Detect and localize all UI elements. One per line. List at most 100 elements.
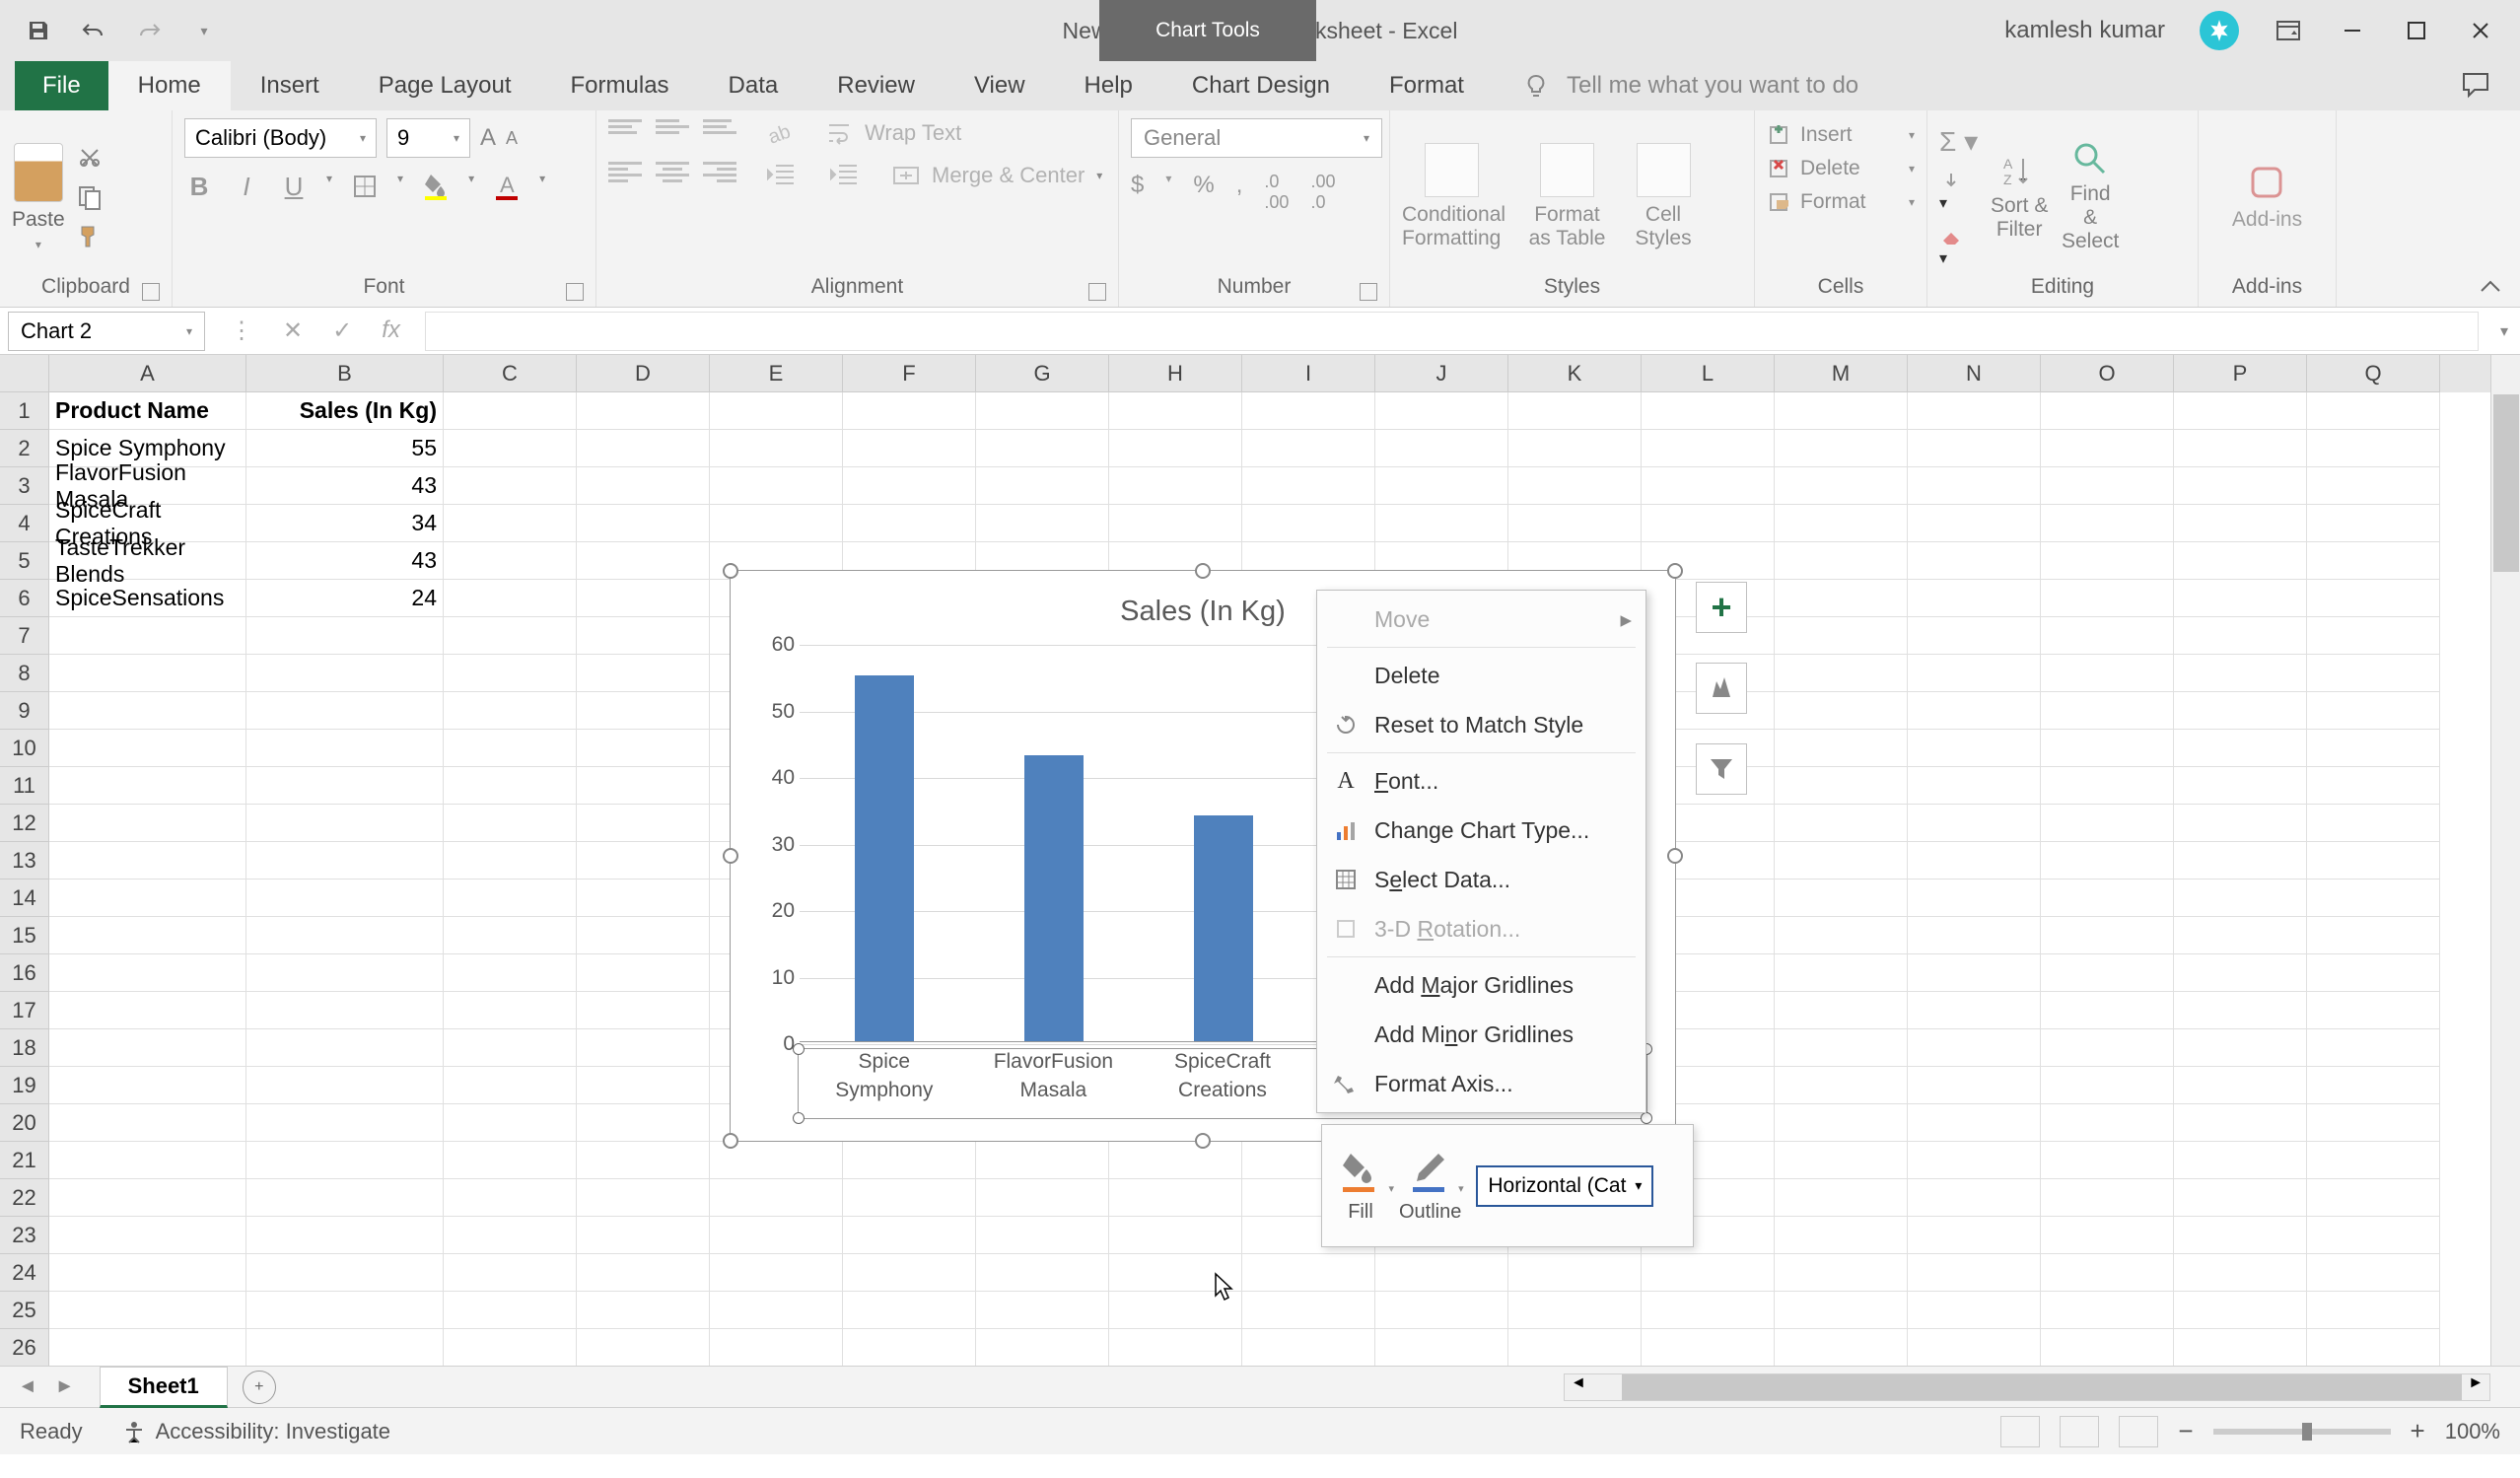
chart-bar-1[interactable] (1024, 755, 1084, 1041)
tab-data[interactable]: Data (699, 61, 808, 110)
chart-handle-tl[interactable] (723, 563, 738, 579)
percent-icon[interactable]: % (1193, 172, 1214, 213)
decrease-font-icon[interactable]: A (506, 128, 518, 149)
currency-icon[interactable]: $ (1131, 172, 1144, 213)
tab-format[interactable]: Format (1360, 61, 1494, 110)
zoom-level[interactable]: 100% (2445, 1419, 2500, 1444)
column-header-D[interactable]: D (577, 355, 710, 392)
column-header-I[interactable]: I (1242, 355, 1375, 392)
copy-icon[interactable] (77, 184, 103, 210)
axis-sel-handle[interactable] (1641, 1112, 1652, 1124)
sheet-nav-next-icon[interactable]: ► (55, 1375, 75, 1398)
zoom-in-button[interactable]: + (2411, 1416, 2425, 1446)
delete-cells-button[interactable]: Delete▾ (1767, 152, 1915, 185)
save-icon[interactable] (25, 17, 52, 44)
row-header-11[interactable]: 11 (0, 767, 49, 805)
horizontal-scroll-thumb[interactable] (1622, 1374, 2462, 1400)
row-header-2[interactable]: 2 (0, 430, 49, 467)
row-header-21[interactable]: 21 (0, 1142, 49, 1179)
mini-fill-button[interactable]: ▾ Fill (1337, 1148, 1384, 1224)
chart-handle-mr[interactable] (1667, 848, 1683, 864)
merge-icon[interactable] (892, 162, 920, 189)
row-header-1[interactable]: 1 (0, 392, 49, 430)
wrap-text-icon[interactable] (825, 119, 853, 147)
cell-B2[interactable]: 55 (246, 430, 444, 467)
user-avatar[interactable] (2200, 11, 2239, 50)
chart-handle-bl[interactable] (723, 1133, 738, 1149)
insert-function-icon[interactable]: fx (382, 317, 400, 345)
chart-handle-ml[interactable] (723, 848, 738, 864)
hscroll-right-icon[interactable]: ► (2462, 1374, 2489, 1400)
column-header-C[interactable]: C (444, 355, 577, 392)
comments-icon[interactable] (2461, 71, 2490, 101)
row-header-16[interactable]: 16 (0, 954, 49, 992)
font-color-button[interactable]: A (492, 172, 522, 201)
mini-outline-button[interactable]: ▾ Outline (1399, 1148, 1461, 1224)
column-header-J[interactable]: J (1375, 355, 1508, 392)
align-middle-icon[interactable] (656, 119, 689, 147)
menu-format-axis[interactable]: Format Axis... (1317, 1059, 1645, 1108)
column-header-H[interactable]: H (1109, 355, 1242, 392)
chart-y-axis[interactable]: 0102030405060 (750, 645, 795, 1042)
borders-button[interactable] (350, 172, 380, 201)
increase-font-icon[interactable]: A (480, 124, 496, 152)
maximize-icon[interactable] (2402, 16, 2431, 45)
fill-icon[interactable]: ▾ (1939, 170, 1978, 213)
row-header-20[interactable]: 20 (0, 1104, 49, 1142)
orientation-icon[interactable]: ab (766, 118, 796, 148)
align-center-icon[interactable] (656, 162, 689, 189)
tell-me-search[interactable]: Tell me what you want to do (1523, 72, 1858, 100)
format-painter-icon[interactable] (77, 224, 103, 249)
column-header-M[interactable]: M (1775, 355, 1908, 392)
clipboard-dialog-launcher[interactable] (142, 283, 160, 301)
cell-A5[interactable]: TasteTrekker Blends (49, 542, 246, 580)
axis-sel-handle[interactable] (793, 1112, 805, 1124)
column-header-A[interactable]: A (49, 355, 246, 392)
cell-styles-button[interactable]: Cell Styles (1634, 143, 1693, 250)
underline-button[interactable]: U (279, 172, 309, 201)
chart-styles-button[interactable] (1696, 663, 1747, 714)
sheet-nav-prev-icon[interactable]: ◄ (18, 1375, 37, 1398)
format-as-table-button[interactable]: Format as Table (1525, 143, 1609, 250)
menu-add-major-gridlines[interactable]: Add Major Gridlines (1317, 960, 1645, 1010)
increase-decimal-icon[interactable]: .0.00 (1264, 172, 1289, 213)
qat-dropdown-icon[interactable]: ▾ (190, 17, 218, 44)
wrap-text-label[interactable]: Wrap Text (865, 120, 961, 146)
paste-button[interactable]: Paste ▾ (12, 143, 65, 251)
column-header-O[interactable]: O (2041, 355, 2174, 392)
column-header-L[interactable]: L (1642, 355, 1775, 392)
align-left-icon[interactable] (608, 162, 642, 189)
row-header-15[interactable]: 15 (0, 917, 49, 954)
collapse-ribbon-icon[interactable] (2479, 279, 2502, 295)
cell-B5[interactable]: 43 (246, 542, 444, 580)
italic-button[interactable]: I (232, 172, 261, 201)
chart-bar-2[interactable] (1194, 815, 1253, 1042)
insert-cells-button[interactable]: Insert▾ (1767, 118, 1915, 152)
column-header-B[interactable]: B (246, 355, 444, 392)
tab-insert[interactable]: Insert (231, 61, 349, 110)
font-name-combo[interactable]: Calibri (Body)▾ (184, 118, 377, 158)
redo-icon[interactable] (135, 17, 163, 44)
number-dialog-launcher[interactable] (1360, 283, 1377, 301)
chart-handle-tr[interactable] (1667, 563, 1683, 579)
find-select-button[interactable]: Find & Select (2061, 141, 2120, 253)
menu-change-chart-type[interactable]: Change Chart Type... (1317, 806, 1645, 855)
tab-home[interactable]: Home (108, 61, 231, 110)
row-header-24[interactable]: 24 (0, 1254, 49, 1292)
row-header-10[interactable]: 10 (0, 730, 49, 767)
cell-A6[interactable]: SpiceSensations (49, 580, 246, 617)
expand-formula-bar-icon[interactable]: ▾ (2488, 321, 2520, 341)
chart-handle-bc[interactable] (1195, 1133, 1211, 1149)
tab-chart-design[interactable]: Chart Design (1162, 61, 1360, 110)
user-name[interactable]: kamlesh kumar (2004, 17, 2165, 44)
ribbon-display-icon[interactable] (2274, 16, 2303, 45)
row-header-18[interactable]: 18 (0, 1029, 49, 1067)
column-header-E[interactable]: E (710, 355, 843, 392)
menu-select-data[interactable]: Select Data... (1317, 855, 1645, 904)
row-header-19[interactable]: 19 (0, 1067, 49, 1104)
number-format-combo[interactable]: General▾ (1131, 118, 1382, 158)
vertical-scrollbar[interactable] (2490, 355, 2520, 1366)
tab-help[interactable]: Help (1055, 61, 1162, 110)
align-bottom-icon[interactable] (703, 119, 736, 147)
chart-bar-0[interactable] (855, 675, 914, 1041)
